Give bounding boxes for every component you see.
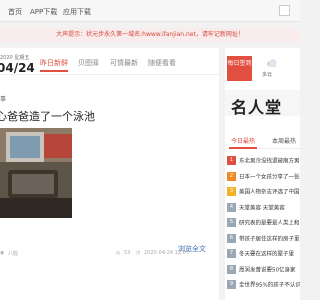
side-tab-underline <box>229 147 257 149</box>
main-content: 2020 星期五 04/24 昨日新鲜 贝图驿 可情最新 随便看看 事 心爸爸造… <box>0 48 219 300</box>
nav-apps-link[interactable]: 应用下载 <box>63 7 91 17</box>
hot-list-item[interactable]: 8 周润发曾说要50亿身家 <box>227 264 300 279</box>
weather-text: 多云 <box>262 72 273 78</box>
date-box: 2020 星期五 04/24 <box>0 54 35 76</box>
hall-of-fame-banner[interactable]: 名人堂 <box>225 90 300 116</box>
hot-rank-badge: 6 <box>227 233 236 243</box>
tab-today-hot[interactable]: 今日最热 <box>231 136 255 145</box>
hot-list-item[interactable]: 5 研究表的是要是人类上和 <box>227 218 300 232</box>
pool-photo-icon <box>0 128 72 218</box>
hot-list-item[interactable]: 7 冬天要在这样的屋子里 <box>227 249 300 263</box>
banner-text: 名人堂 <box>231 98 283 116</box>
author-icon: ◉ <box>0 250 5 256</box>
read-more-link[interactable]: 浏览全文 <box>178 244 206 254</box>
hot-list-item[interactable]: 4 天堂美容 天堂美容 <box>227 202 300 217</box>
nav-home-link[interactable]: 首页 <box>8 7 22 17</box>
tab-latest[interactable]: 可情最新 <box>110 58 138 68</box>
hot-rank-badge: 5 <box>227 218 236 227</box>
hot-item-title: 研究表的是要是人类上和 <box>239 220 300 227</box>
divider <box>0 74 219 75</box>
tab-week-hot[interactable]: 本周最热 <box>272 136 296 145</box>
top-nav-bar: 首页 APP下载 应用下载 <box>0 0 300 22</box>
hot-rank-badge: 7 <box>227 249 236 258</box>
notice-bar: 大声提示：状元步永久第一域名:hwww.ifanjian.net，请牢记新网址！ <box>0 28 300 42</box>
hot-rank-badge: 3 <box>227 187 236 196</box>
hot-list-item[interactable]: 9 全世界95%的孩子不认识我 <box>227 280 300 294</box>
tab-random[interactable]: 随便看看 <box>148 58 176 68</box>
article-image[interactable] <box>0 128 72 218</box>
tab-new[interactable]: 昨日新鲜 <box>40 58 68 68</box>
article-title[interactable]: 心爸爸造了一个泳池 <box>0 108 95 124</box>
date-big: 04/24 <box>0 61 35 75</box>
hot-item-title: 冬天要在这样的屋子里 <box>239 251 295 258</box>
hot-item-title: 带孩子居住这样的房子里 <box>239 236 300 242</box>
hot-item-title: 天堂美容 天堂美容 <box>239 205 285 211</box>
article-category: 事 <box>0 96 7 103</box>
hot-rank-badge: 1 <box>227 156 236 165</box>
hot-list-item[interactable]: 6 带孩子居住这样的房子里 <box>227 233 300 248</box>
hot-rank-badge: 9 <box>227 280 236 289</box>
hot-item-title: 周润发曾说要50亿身家 <box>239 267 296 273</box>
hot-rank-badge: 8 <box>227 264 236 274</box>
hot-rank-badge: 4 <box>227 202 236 212</box>
weather-widget: 多云 <box>258 58 298 78</box>
hot-rank-badge: 2 <box>227 171 236 181</box>
daily-sign-button[interactable]: 每日签到 <box>227 56 252 81</box>
cloud-icon <box>267 59 277 67</box>
hot-list-item[interactable]: 3 美国人物杂志评选了中国 <box>227 187 300 201</box>
clock-icon: ◷ <box>136 250 141 256</box>
article-views: 53 <box>124 250 131 256</box>
tab-underline <box>40 70 68 72</box>
hot-item-title: 美国人物杂志评选了中国 <box>239 189 300 196</box>
sidebar: 每日签到 多云 名人堂 今日最热 本周最热 1 东北男冷没找退被南方男子 2 日本一个… <box>225 48 300 300</box>
hot-list-item[interactable]: 2 日本一个女孩分享了一张 <box>227 171 300 186</box>
article-author[interactable]: 八脸 <box>8 250 18 257</box>
pager-icon[interactable] <box>279 5 290 16</box>
nav-app-download-link[interactable]: APP下载 <box>30 7 57 17</box>
hot-item-title: 东北男冷没找退被南方男子 <box>239 158 300 165</box>
hot-list-item[interactable]: 1 东北男冷没找退被南方男子 <box>227 156 300 170</box>
hot-item-title: 全世界95%的孩子不认识我 <box>239 282 300 289</box>
date-small: 2020 星期五 <box>0 55 30 61</box>
tab-pictures[interactable]: 贝图驿 <box>78 58 99 68</box>
views-icon: ◎ <box>116 250 121 256</box>
hot-item-title: 日本一个女孩分享了一张 <box>239 174 300 180</box>
